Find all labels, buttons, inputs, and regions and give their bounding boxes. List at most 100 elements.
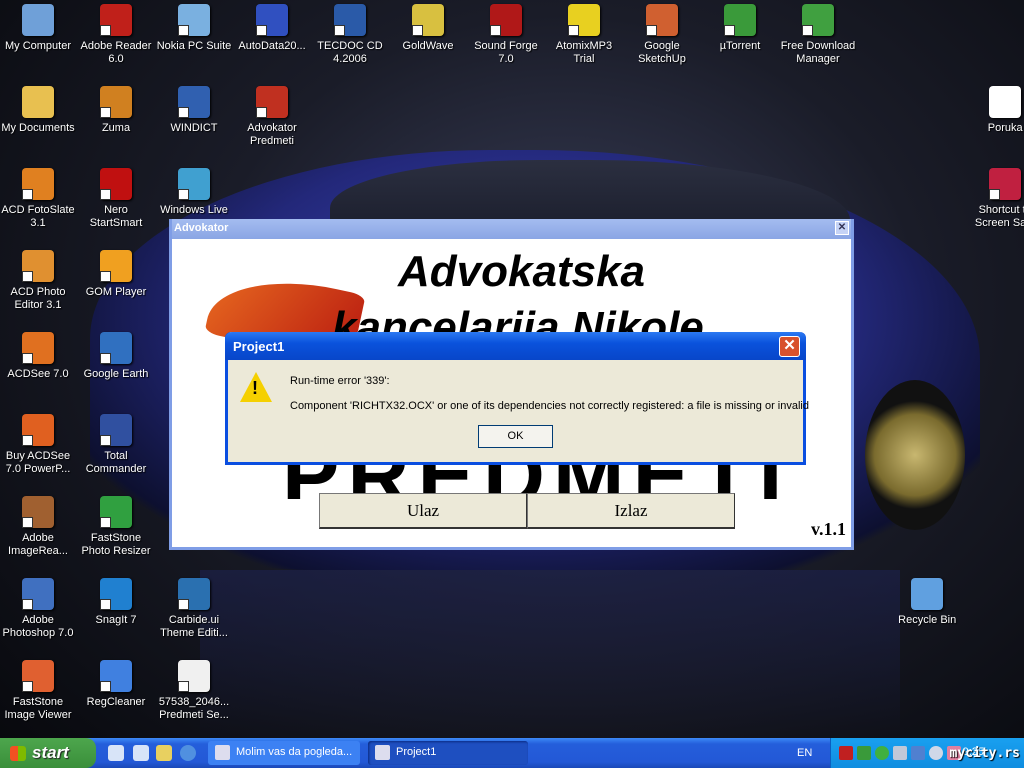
desktop-icon[interactable]: Adobe Photoshop 7.0 [0, 578, 77, 640]
app-icon [100, 332, 132, 364]
app-icon [100, 86, 132, 118]
taskbar: start Molim vas da pogleda... Project1 E… [0, 738, 1024, 768]
desktop-icon[interactable]: My Documents [0, 86, 77, 135]
task-project1[interactable]: Project1 [368, 741, 528, 765]
desktop-icon[interactable]: SnagIt 7 [77, 578, 155, 627]
app-icon [22, 332, 54, 364]
desktop-icon[interactable]: RegCleaner [77, 660, 155, 709]
app-icon [100, 4, 132, 36]
desktop-icon-label: Total Commander [85, 450, 147, 475]
desktop-icon-label: Buy ACDSee 7.0 PowerP... [5, 450, 71, 475]
tool-tray-icon[interactable] [893, 746, 907, 760]
app-icon [646, 4, 678, 36]
enter-button[interactable]: Ulaz [319, 493, 527, 529]
desktop-icon-label: Adobe Photoshop 7.0 [2, 614, 74, 639]
app-icon [22, 578, 54, 610]
app-icon [178, 660, 210, 692]
desktop-icon[interactable]: GOM Player [77, 250, 155, 299]
quicklaunch-vb-icon[interactable] [133, 745, 149, 761]
desktop-icon[interactable]: ACDSee 7.0 [0, 332, 77, 381]
desktop-icon[interactable]: ACD Photo Editor 3.1 [0, 250, 77, 312]
app-icon [989, 86, 1022, 118]
error-dialog-titlebar[interactable]: Project1 ✕ [225, 332, 806, 360]
desktop-icon[interactable]: FastStone Photo Resizer [77, 496, 155, 558]
desktop-icon[interactable]: WINDICT [155, 86, 233, 135]
desktop-icon-label: Advokator Predmeti [247, 122, 297, 147]
desktop-icon[interactable]: Carbide.ui Theme Editi... [155, 578, 233, 640]
desktop-icon[interactable]: Advokator Predmeti [233, 86, 311, 148]
desktop-icon-label: AutoData20... [238, 40, 306, 52]
app-icon [490, 4, 522, 36]
ok-button[interactable]: OK [478, 425, 553, 448]
desktop-icon-label: Sound Forge 7.0 [474, 40, 538, 65]
utorrent-tray-icon[interactable] [857, 746, 871, 760]
desktop-icon[interactable]: Google Earth [77, 332, 155, 381]
desktop-icon[interactable]: Zuma [77, 86, 155, 135]
app-icon [22, 86, 54, 118]
antivirus-tray-icon[interactable] [839, 746, 853, 760]
desktop-icon[interactable]: Nero StartSmart [77, 168, 155, 230]
desktop-icon[interactable]: µTorrent [701, 4, 779, 53]
desktop-icon[interactable]: Free Download Manager [779, 4, 857, 66]
desktop-icon-label: WINDICT [170, 122, 218, 134]
desktop-icon[interactable]: Total Commander [77, 414, 155, 476]
advokator-titlebar[interactable]: Advokator ✕ [172, 219, 851, 239]
error-dialog: Project1 ✕ ! Run-time error '339': Compo… [225, 332, 809, 465]
desktop-icon-label: SnagIt 7 [95, 614, 137, 626]
app-icon [256, 4, 288, 36]
desktop-icon[interactable]: Nokia PC Suite [155, 4, 233, 53]
advokator-close-button[interactable]: ✕ [835, 221, 849, 235]
error-dialog-close-button[interactable]: ✕ [779, 336, 800, 357]
app-icon [100, 578, 132, 610]
task-label: Project1 [396, 746, 437, 758]
task-molim-vas[interactable]: Molim vas da pogleda... [208, 741, 360, 765]
warning-icon: ! [240, 372, 272, 402]
desktop-icon[interactable]: Buy ACDSee 7.0 PowerP... [0, 414, 77, 476]
exit-button[interactable]: Izlaz [527, 493, 735, 529]
volume-tray-icon[interactable] [929, 746, 943, 760]
desktop-icon[interactable]: GoldWave [389, 4, 467, 53]
desktop-icon[interactable]: AutoData20... [233, 4, 311, 53]
quicklaunch-app-icon[interactable] [108, 745, 124, 761]
desktop-icon[interactable]: My Computer [0, 4, 77, 53]
wallpaper-reflection [200, 570, 900, 740]
desktop-icon-label: Adobe ImageRea... [8, 532, 68, 557]
desktop-icon[interactable]: Adobe Reader 6.0 [77, 4, 155, 66]
desktop-icon[interactable]: 57538_2046... Predmeti Se... [155, 660, 233, 722]
network-tray-icon[interactable] [911, 746, 925, 760]
desktop-icon[interactable]: Sound Forge 7.0 [467, 4, 545, 66]
app-tray-icon[interactable] [875, 746, 889, 760]
desktop-icon[interactable]: ACD FotoSlate 3.1 [0, 168, 77, 230]
desktop-icon[interactable]: Shortcut to Screen Sa... [966, 168, 1024, 230]
desktop-icon-label: Shortcut to Screen Sa... [974, 204, 1024, 229]
app-icon [100, 168, 132, 200]
language-indicator[interactable]: EN [797, 747, 812, 759]
app-icon [178, 168, 210, 200]
desktop-icon[interactable]: Recycle Bin [888, 578, 966, 627]
desktop-icon[interactable]: TECDOC CD 4.2006 [311, 4, 389, 66]
quicklaunch-folder-icon[interactable] [156, 745, 172, 761]
start-button[interactable]: start [0, 738, 96, 768]
app-icon [568, 4, 600, 36]
desktop-icon[interactable]: Windows Live [155, 168, 233, 217]
quicklaunch-ie-icon[interactable] [180, 745, 196, 761]
app-icon [178, 4, 210, 36]
desktop-icon[interactable]: FastStone Image Viewer [0, 660, 77, 722]
desktop-icon-label: FastStone Photo Resizer [81, 532, 151, 557]
desktop-icon-label: RegCleaner [86, 696, 146, 708]
desktop-icon-label: ACD Photo Editor 3.1 [10, 286, 66, 311]
desktop-icon-label: Free Download Manager [780, 40, 856, 65]
desktop-icon[interactable]: Poruka [966, 86, 1024, 135]
desktop-icon-label: ACDSee 7.0 [7, 368, 69, 380]
app-icon [178, 86, 210, 118]
desktop-icon-label: Nokia PC Suite [156, 40, 232, 52]
desktop-icon-label: Recycle Bin [898, 614, 957, 626]
desktop-icon-label: Poruka [987, 122, 1023, 134]
desktop-icon[interactable]: AtomixMP3 Trial [545, 4, 623, 66]
app-icon [911, 578, 944, 610]
desktop-icon[interactable]: Adobe ImageRea... [0, 496, 77, 558]
desktop-icon-label: My Documents [1, 122, 75, 134]
desktop-icon-label: Windows Live [160, 204, 228, 216]
version-label: v.1.1 [810, 519, 846, 539]
desktop-icon[interactable]: Google SketchUp [623, 4, 701, 66]
